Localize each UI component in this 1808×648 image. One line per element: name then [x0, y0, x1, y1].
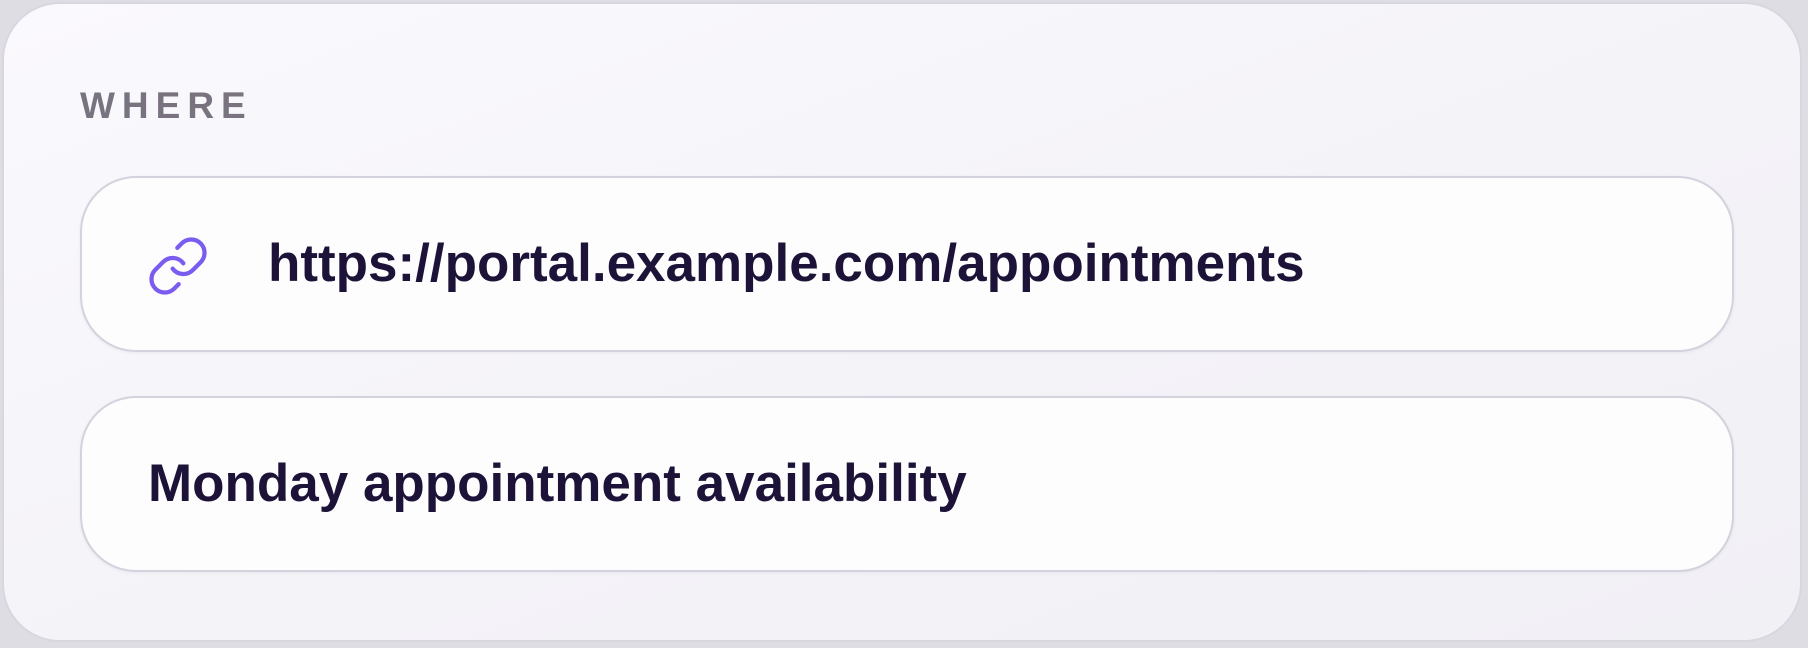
- where-card: WHERE https://portal.example.com/appoint…: [2, 2, 1802, 642]
- link-icon: [146, 234, 210, 298]
- section-label-where: WHERE: [80, 85, 253, 126]
- title-value: Monday appointment availability: [148, 454, 967, 513]
- url-value: https://portal.example.com/appointments: [268, 234, 1305, 293]
- url-field[interactable]: https://portal.example.com/appointments: [80, 176, 1734, 352]
- title-field[interactable]: Monday appointment availability: [80, 396, 1734, 572]
